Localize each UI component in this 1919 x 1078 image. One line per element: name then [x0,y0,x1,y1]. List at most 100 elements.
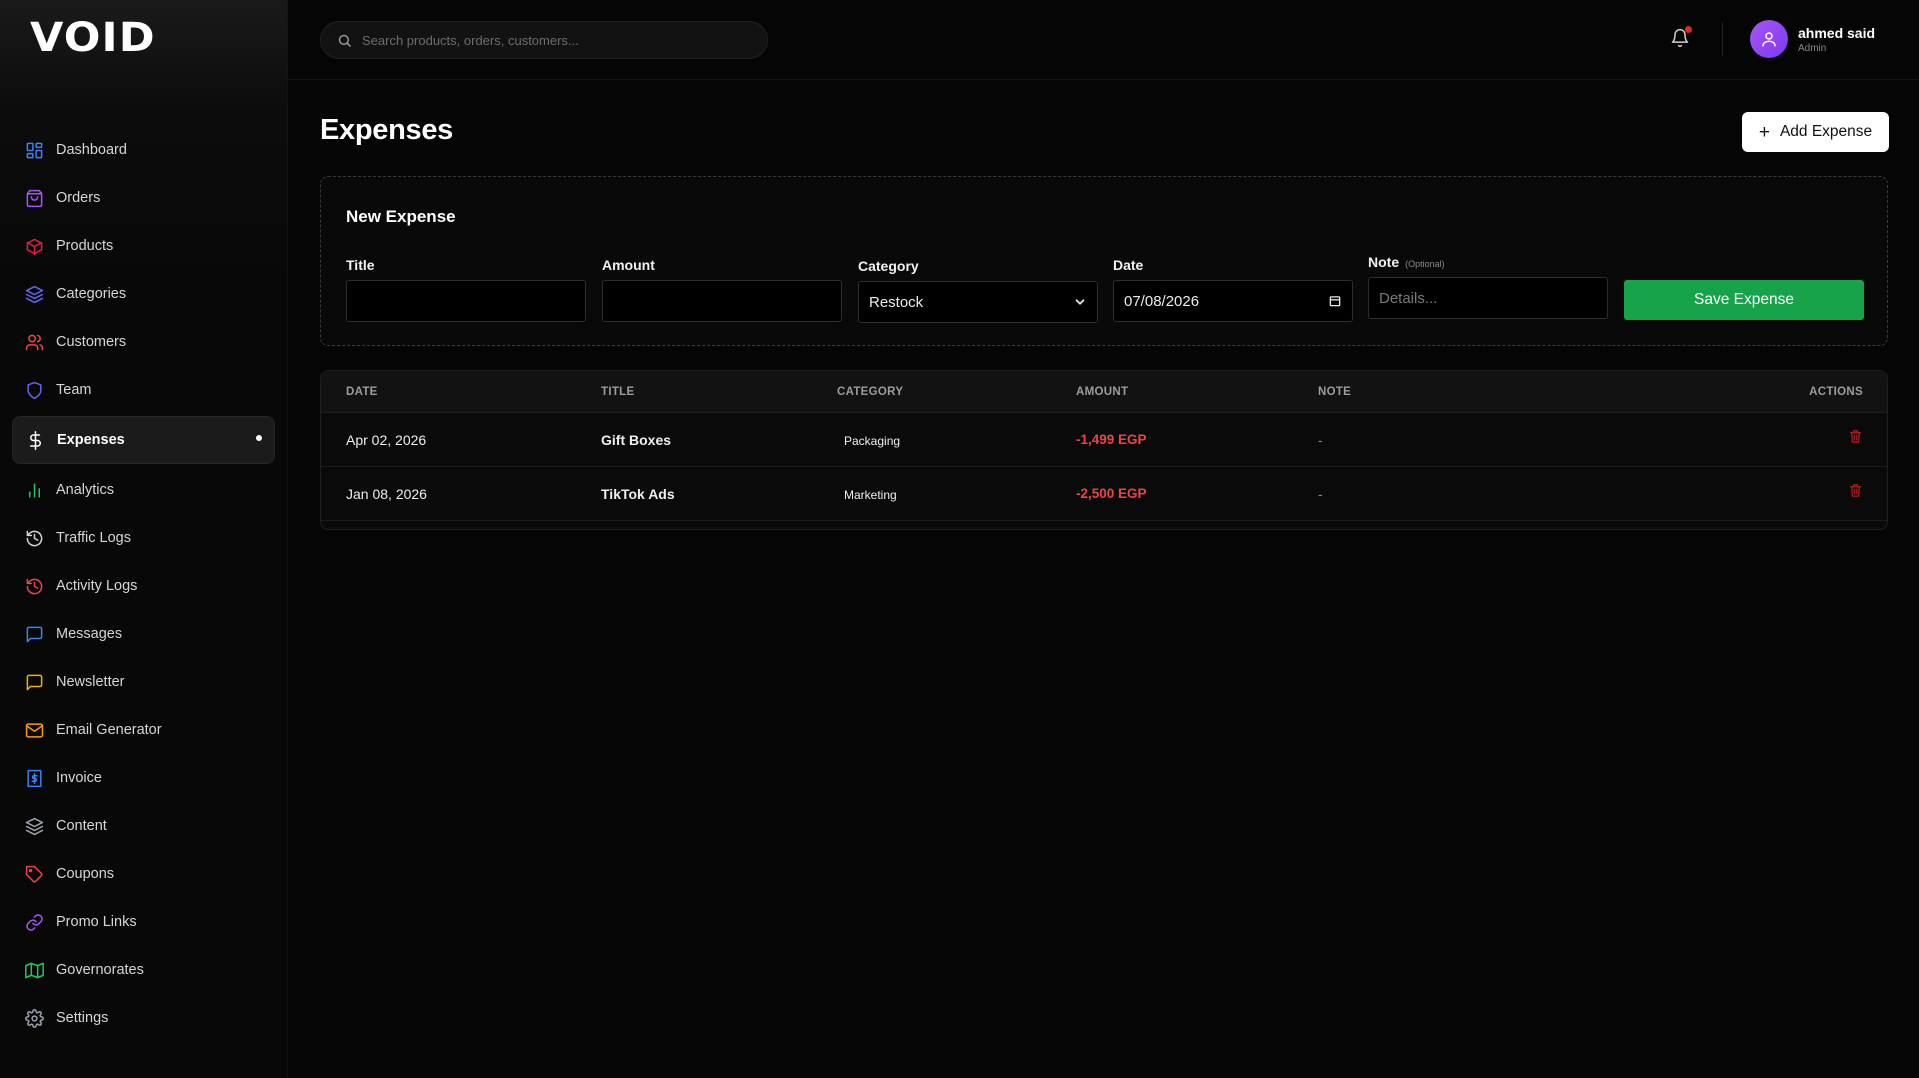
sidebar-item-label: Orders [56,190,101,206]
category-label: Category [858,258,919,274]
sidebar-item-label: Content [56,818,107,834]
sidebar-item-traffic-logs[interactable]: Traffic Logs [12,514,275,562]
sidebar-item-content[interactable]: Content [12,802,275,850]
sidebar-item-customers[interactable]: Customers [12,318,275,366]
sidebar-item-products[interactable]: Products [12,222,275,270]
sidebar-item-label: Governorates [56,962,144,978]
sidebar-item-activity-logs[interactable]: Activity Logs [12,562,275,610]
sidebar-item-label: Messages [56,626,123,642]
category-value: Restock [869,293,924,311]
search-bar[interactable] [320,21,768,59]
sidebar-item-label: Customers [56,334,127,350]
active-indicator-dot [256,435,262,441]
row-category: Packaging [844,434,901,448]
amount-input[interactable] [613,292,831,310]
layers-icon [24,284,44,304]
search-input[interactable] [362,32,742,48]
header-category: CATEGORY [837,386,904,398]
shield-icon [24,380,44,400]
user-icon [1762,32,1776,47]
sidebar-item-label: Newsletter [56,674,125,690]
sidebar-item-coupons[interactable]: Coupons [12,850,275,898]
notification-badge [1685,26,1692,33]
add-expense-button[interactable]: + Add Expense [1742,112,1889,152]
sidebar-item-promo-links[interactable]: Promo Links [12,898,275,946]
amount-field: Amount [602,257,842,322]
sidebar-item-label: Promo Links [56,914,137,930]
new-expense-form: New Expense Title Amount Category Restoc… [320,176,1888,346]
sidebar-item-label: Activity Logs [56,578,138,594]
calendar-icon[interactable] [1328,294,1342,308]
trash-icon [1849,484,1862,497]
sidebar-item-label: Expenses [57,432,125,448]
plus-icon: + [1758,121,1770,143]
delete-row-button[interactable] [1848,483,1864,499]
mail-icon [24,720,44,740]
date-label: Date [1113,257,1144,273]
sidebar-item-settings[interactable]: Settings [12,994,275,1042]
sidebar-item-categories[interactable]: Categories [12,270,275,318]
sidebar-item-team[interactable]: Team [12,366,275,414]
history-icon [24,576,44,596]
title-field: Title [346,257,586,322]
sidebar-item-label: Team [56,382,92,398]
logo[interactable]: VOID [30,18,156,58]
title-input[interactable] [357,292,575,310]
category-field: Category Restock [858,258,1098,323]
note-input[interactable] [1379,289,1597,307]
table-row: Apr 02, 2026 Gift Boxes Packaging -1,499… [321,413,1887,467]
sidebar-item-label: Settings [56,1010,109,1026]
sidebar-item-label: Analytics [56,482,115,498]
row-title: TikTok Ads [601,486,675,502]
sidebar-item-newsletter[interactable]: Newsletter [12,658,275,706]
table-header: DATE TITLE CATEGORY AMOUNT NOTE ACTIONS [321,371,1887,413]
sidebar-item-label: Dashboard [56,142,127,158]
sidebar-item-orders[interactable]: Orders [12,174,275,222]
header-title: TITLE [601,386,635,398]
sidebar-item-label: Products [56,238,114,254]
title-input-box[interactable] [346,280,586,322]
sidebar-item-label: Traffic Logs [56,530,131,546]
sidebar-item-expenses[interactable]: Expenses [12,416,275,464]
date-input[interactable]: 07/08/2026 [1113,280,1353,322]
dollar-icon [25,430,45,450]
history-icon [24,528,44,548]
row-amount: -2,500 EGP [1076,486,1147,501]
amount-label: Amount [602,257,655,273]
note-label-text: Note [1368,254,1400,270]
trash-icon [1849,430,1862,443]
expenses-table: DATE TITLE CATEGORY AMOUNT NOTE ACTIONS … [320,370,1888,530]
sidebar: VOID Dashboard Orders Products Categories Cu… [0,0,288,1078]
notification-bell[interactable] [1670,26,1692,50]
row-date: Apr 02, 2026 [346,432,427,448]
avatar [1750,20,1788,58]
date-field: Date 07/08/2026 [1113,257,1353,322]
sidebar-item-invoice[interactable]: Invoice [12,754,275,802]
search-icon [338,34,351,47]
category-select[interactable]: Restock [858,281,1098,323]
title-label: Title [346,257,375,273]
sidebar-item-email-generator[interactable]: Email Generator [12,706,275,754]
note-input-box[interactable] [1368,277,1608,319]
layers-icon [24,816,44,836]
page-title: Expenses [320,114,454,146]
sidebar-item-label: Email Generator [56,722,162,738]
sidebar-item-dashboard[interactable]: Dashboard [12,126,275,174]
header-date: DATE [346,386,378,398]
invoice-icon [24,768,44,788]
sidebar-item-messages[interactable]: Messages [12,610,275,658]
map-icon [24,960,44,980]
sidebar-item-analytics[interactable]: Analytics [12,466,275,514]
row-amount: -1,499 EGP [1076,432,1147,447]
bar-chart-icon [24,480,44,500]
sidebar-item-governorates[interactable]: Governorates [12,946,275,994]
user-menu[interactable]: ahmed said Admin [1750,20,1875,58]
link-icon [24,912,44,932]
amount-input-box[interactable] [602,280,842,322]
table-row: Jan 08, 2026 TikTok Ads Marketing -2,500… [321,467,1887,521]
save-expense-button[interactable]: Save Expense [1624,280,1864,320]
sidebar-item-label: Categories [56,286,127,302]
gear-icon [24,1008,44,1028]
delete-row-button[interactable] [1848,429,1864,445]
shopping-bag-icon [24,188,44,208]
